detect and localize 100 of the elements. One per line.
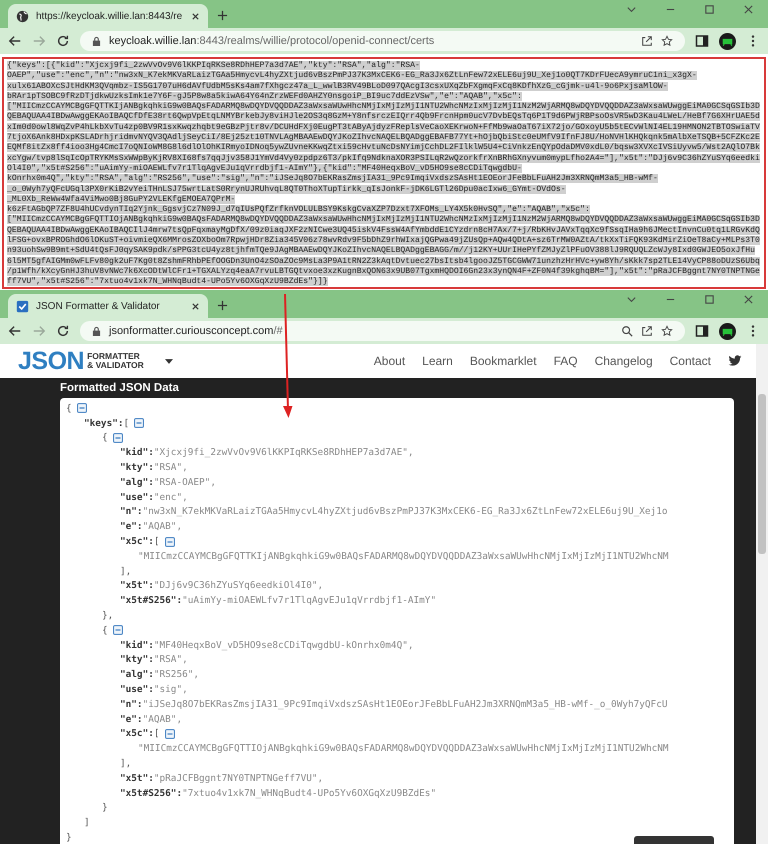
json-bracket: [ <box>154 728 160 740</box>
lock-icon <box>92 36 101 46</box>
json-key: "x5c": <box>120 536 154 548</box>
json-bracket: ], <box>120 566 132 577</box>
json-key: "x5t": <box>120 580 154 592</box>
lock-icon <box>92 326 101 336</box>
browser-tab[interactable]: https://keycloak.willie.lan:8443/re <box>8 4 208 28</box>
nav-link[interactable]: Contact <box>670 354 711 368</box>
json-key: "n": <box>120 698 143 710</box>
json-key: "e": <box>120 714 143 725</box>
json-value: "RSA", <box>154 462 188 474</box>
json-key: "kid": <box>120 447 154 458</box>
json-value: "AQAB", <box>142 521 182 532</box>
json-key: "kid": <box>120 640 154 651</box>
json-key: "keys": <box>84 418 124 429</box>
nav-link[interactable]: Changelog <box>594 354 653 368</box>
address-bar[interactable]: keycloak.willie.lan:8443/realms/willie/protocol/openid-connect/certs <box>80 31 685 51</box>
back-arrow-icon[interactable] <box>8 324 22 338</box>
json-bracket: [ <box>154 536 160 548</box>
json-key: "e": <box>120 521 143 532</box>
json-bracket: } <box>66 832 72 843</box>
json-value: "DJj6v9C36hZYuSYq6eedkiOl4I0", <box>154 580 324 592</box>
nav-link[interactable]: FAQ <box>554 354 578 368</box>
new-tab-icon[interactable] <box>217 300 228 311</box>
nav-link[interactable]: Bookmarklet <box>470 354 537 368</box>
star-icon[interactable] <box>661 325 673 337</box>
globe-icon <box>16 10 29 22</box>
json-bracket: { <box>102 432 108 444</box>
json-key: "x5c": <box>120 728 154 740</box>
star-icon[interactable] <box>661 35 673 47</box>
json-key: "x5t": <box>120 772 154 784</box>
reload-icon[interactable] <box>56 324 70 338</box>
reload-icon[interactable] <box>56 34 70 48</box>
json-value: "uAimYy-miOAEWLfv7r1TlqAgvEJu1qVrrdbjf1-AImY" <box>182 595 436 606</box>
collapse-toggle-icon[interactable] <box>112 625 123 636</box>
sidebar-icon[interactable] <box>695 324 709 338</box>
new-tab-icon[interactable] <box>217 10 228 21</box>
logo-subtitle: & VALIDATOR <box>87 361 144 370</box>
close-icon[interactable] <box>743 4 754 14</box>
tab-title: https://keycloak.willie.lan:8443/re <box>36 10 184 22</box>
collapse-toggle-icon[interactable] <box>112 432 123 443</box>
tab-title: JSON Formatter & Validator <box>36 300 161 312</box>
profile-avatar-icon[interactable] <box>719 322 736 340</box>
maximize-icon[interactable] <box>704 294 715 304</box>
json-key: "alg": <box>120 476 154 488</box>
address-bar[interactable]: jsonformatter.curiousconcept.com/# <box>80 321 685 341</box>
json-bracket: { <box>66 402 72 414</box>
collapse-toggle-icon[interactable] <box>134 418 144 428</box>
search-icon[interactable] <box>621 325 633 337</box>
collapse-toggle-icon[interactable] <box>164 728 175 739</box>
collapse-toggle-icon[interactable] <box>164 536 175 547</box>
share-icon[interactable] <box>641 35 653 47</box>
collapse-toggle-icon[interactable] <box>76 403 87 414</box>
json-key: "x5t#S256": <box>120 595 182 606</box>
json-bracket: ], <box>120 758 132 770</box>
browser-tab[interactable]: JSON Formatter & Validator <box>8 294 208 318</box>
json-key: "kty": <box>120 462 154 474</box>
maximize-icon[interactable] <box>704 4 715 14</box>
logo-subtitle: FORMATTER <box>87 352 141 361</box>
close-icon[interactable] <box>191 12 200 20</box>
json-bracket: { <box>102 624 108 636</box>
json-value: "RSA-OAEP", <box>154 476 216 488</box>
json-bracket: ] <box>84 817 90 828</box>
json-key: "kty": <box>120 654 154 666</box>
json-bracket: }, <box>102 610 114 622</box>
url-text: jsonformatter.curiousconcept.com/# <box>109 325 283 337</box>
json-key: "use": <box>120 492 154 503</box>
profile-avatar-icon[interactable] <box>719 32 736 50</box>
json-value: "7xtuo4v1xk7N_WHNqBudt4-UPo5Yv6OXGqXzU9BZdEs" <box>182 788 436 799</box>
nav-link[interactable]: About <box>374 354 406 368</box>
bird-icon[interactable] <box>728 355 742 367</box>
json-value: "iJSeJq8O7bEKRasZmsjIA31_9Pc9ImqiVxdszSAsHt1EOEorJFeBbLFuAH2Jm3XRNQmM3a5_HB-wMf-_o_0Wyh7yQFcU <box>142 698 668 710</box>
json-key: "x5t#S256": <box>120 788 182 799</box>
scrollbar[interactable] <box>756 344 768 844</box>
close-icon[interactable] <box>191 302 200 310</box>
checkbox-icon <box>16 300 29 312</box>
close-icon[interactable] <box>743 294 754 304</box>
nav-link[interactable]: Learn <box>422 354 453 368</box>
json-bracket: [ <box>124 418 130 429</box>
json-value: "MF40HeqxBoV_vD5HO9se8cCDiTqwgdbU-kOnrhx0m4Q", <box>154 640 414 651</box>
json-value: "MIICmzCCAYMCBgGFQTTKIjANBgkqhkiG9w0BAQsFADARMQ8wDQYDVQQDDAZ3aWxsaWUwHhcNMjIxMjIzMjI1NTU2WhcNM <box>138 550 669 562</box>
json-value: "sig", <box>154 684 188 696</box>
logo-text[interactable]: JSON <box>18 346 84 376</box>
caret-icon[interactable] <box>164 358 173 364</box>
json-value: "nw3xN_K7ekMKVaRLaizTGAa5HmycvL4hyZXtjud6vBszPmPJ37K3MxCEK6-EG_Ra3Jx6ZtLnFew72xELE6uj9U_Xej1o <box>142 506 668 518</box>
json-value: "Xjcxj9fi_2zwVvOv9V6lKKPIqRKSe8RDhHEP7a3d7AE", <box>154 447 414 458</box>
json-key: "alg": <box>120 669 154 680</box>
json-bracket: } <box>102 802 108 814</box>
json-key: "use": <box>120 684 154 696</box>
json-key: "n": <box>120 506 143 518</box>
section-title: Formatted JSON Data <box>59 381 180 396</box>
json-value: "pRaJCFBggnt7NY0TNPTNGeff7VU", <box>154 772 324 784</box>
json-value: "AQAB", <box>142 714 182 725</box>
json-value: "RSA", <box>154 654 188 666</box>
back-arrow-icon[interactable] <box>8 34 22 48</box>
sidebar-icon[interactable] <box>695 34 709 48</box>
json-value: "MIICmzCCAYMCBgGFQTTIOjANBgkqhkiG9w0BAQsFADARMQ8wDQYDVQQDDAZ3aWxsaWUwHhcNMjIxMjIzMjI1NTU2WhcNM <box>138 743 669 754</box>
json-value: "RS256", <box>154 669 200 680</box>
url-text: keycloak.willie.lan:8443/realms/willie/protocol/openid-connect/certs <box>109 35 434 47</box>
share-icon[interactable] <box>641 325 653 337</box>
